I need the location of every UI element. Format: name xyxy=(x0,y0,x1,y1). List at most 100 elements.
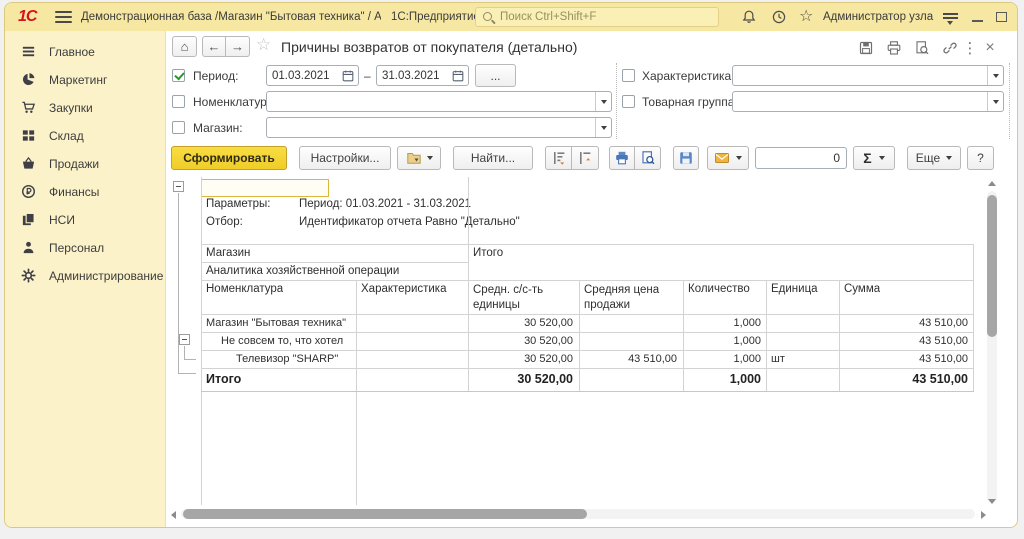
table-cell-qty[interactable]: 1,000 xyxy=(684,335,761,347)
settings-button[interactable]: Настройки... xyxy=(299,146,391,170)
generate-button[interactable]: Сформировать xyxy=(171,146,287,170)
period-checkbox[interactable] xyxy=(172,69,185,82)
minimize-button[interactable] xyxy=(967,3,987,31)
horizontal-scrollbar-thumb[interactable] xyxy=(183,509,587,519)
sidebar-item-glavnoe[interactable]: Главное xyxy=(5,41,166,65)
table-cell-qty[interactable]: 1,000 xyxy=(684,317,761,329)
table-cell-sum[interactable]: 43 510,00 xyxy=(840,353,968,365)
calendar-icon[interactable] xyxy=(341,69,355,83)
total-label[interactable]: Итого xyxy=(206,372,241,386)
vertical-scrollbar-thumb[interactable] xyxy=(987,195,997,337)
characteristic-checkbox[interactable] xyxy=(622,69,635,82)
report-variants-button[interactable] xyxy=(397,146,441,170)
characteristic-input[interactable] xyxy=(738,66,985,85)
scroll-down-icon[interactable] xyxy=(988,499,996,504)
favorite-star-icon[interactable]: ☆ xyxy=(256,35,271,55)
collapse-group-icon[interactable] xyxy=(173,181,184,192)
favorites-star-icon[interactable]: ☆ xyxy=(799,5,813,29)
collapse-groups-button[interactable] xyxy=(572,146,599,170)
period-variants-button[interactable]: ... xyxy=(475,64,516,87)
period-to-field[interactable] xyxy=(376,65,469,86)
product-group-input[interactable] xyxy=(738,92,985,111)
table-cell-sum[interactable]: 43 510,00 xyxy=(840,335,968,347)
table-cell-avg-price[interactable]: 43 510,00 xyxy=(580,353,677,365)
product-group-combo[interactable] xyxy=(732,91,1004,112)
forward-button[interactable]: → xyxy=(226,36,250,57)
ruble-icon xyxy=(21,184,36,199)
sidebar-item-prodazhi[interactable]: Продажи xyxy=(5,153,166,177)
table-cell-qty[interactable]: 1,000 xyxy=(684,353,761,365)
search-input[interactable] xyxy=(500,8,710,26)
global-search-field[interactable] xyxy=(475,7,719,27)
store-input[interactable] xyxy=(272,118,593,137)
form-close-icon[interactable]: × xyxy=(981,38,999,58)
store-checkbox[interactable] xyxy=(172,121,185,134)
period-from-field[interactable] xyxy=(266,65,359,86)
scroll-up-icon[interactable] xyxy=(988,181,996,186)
preview-icon[interactable] xyxy=(911,38,933,58)
sidebar-item-nsi[interactable]: НСИ xyxy=(5,209,166,233)
find-button[interactable]: Найти... xyxy=(453,146,533,170)
store-combo[interactable] xyxy=(266,117,612,138)
header-magazin: Магазин xyxy=(206,247,250,259)
total-qty[interactable]: 1,000 xyxy=(684,372,761,386)
chevron-down-icon[interactable] xyxy=(987,92,1003,111)
sidebar-item-finansy[interactable]: Финансы xyxy=(5,181,166,205)
home-button[interactable]: ⌂ xyxy=(172,36,197,57)
period-to-input[interactable] xyxy=(382,66,448,85)
table-cell-avg-cost[interactable]: 30 520,00 xyxy=(469,353,573,365)
maximize-button[interactable] xyxy=(991,3,1011,31)
total-avg-cost[interactable]: 30 520,00 xyxy=(469,372,573,386)
filter-splitter[interactable] xyxy=(616,63,617,139)
period-from-input[interactable] xyxy=(272,66,338,85)
collapse-group-icon[interactable] xyxy=(179,334,190,345)
main-menu-icon[interactable] xyxy=(55,16,72,18)
help-button[interactable]: ? xyxy=(967,146,994,170)
product-group-checkbox[interactable] xyxy=(622,95,635,108)
history-clock-icon[interactable] xyxy=(771,9,787,25)
table-cell-avg-cost[interactable]: 30 520,00 xyxy=(469,317,573,329)
sidebar-item-zakupki[interactable]: Закупки xyxy=(5,97,166,121)
nomenclature-checkbox[interactable] xyxy=(172,95,185,108)
print-button[interactable] xyxy=(609,146,635,170)
chevron-down-icon[interactable] xyxy=(595,92,611,111)
total-sum[interactable]: 43 510,00 xyxy=(840,372,968,386)
report-spreadsheet[interactable]: Параметры: Период: 01.03.2021 - 31.03.20… xyxy=(169,177,1005,523)
chevron-down-icon[interactable] xyxy=(987,66,1003,85)
table-cell-avg-cost[interactable]: 30 520,00 xyxy=(469,335,573,347)
counter-field[interactable] xyxy=(755,147,847,169)
table-cell-name[interactable]: Магазин "Бытовая техника" xyxy=(206,317,351,329)
sidebar-item-personal[interactable]: Персонал xyxy=(5,237,166,261)
scroll-right-icon[interactable] xyxy=(981,511,986,519)
chevron-down-icon[interactable] xyxy=(595,118,611,137)
selected-cell[interactable] xyxy=(201,179,329,197)
filter-splitter[interactable] xyxy=(1009,63,1010,139)
calendar-icon[interactable] xyxy=(451,69,465,83)
nomenclature-input[interactable] xyxy=(272,92,593,111)
current-user[interactable]: Администратор узла xyxy=(823,3,933,31)
sidebar-item-marketing[interactable]: Маркетинг xyxy=(5,69,166,93)
table-cell-name[interactable]: Не совсем то, что хотел xyxy=(221,335,351,347)
sidebar-item-administrirovanie[interactable]: Администрирование xyxy=(5,265,166,289)
sum-button[interactable]: Σ xyxy=(853,146,895,170)
expand-groups-button[interactable] xyxy=(545,146,572,170)
sidebar-item-sklad[interactable]: Склад xyxy=(5,125,166,149)
get-link-icon[interactable] xyxy=(939,38,961,58)
print-preview-button[interactable] xyxy=(635,146,661,170)
grid-line xyxy=(201,262,468,263)
send-email-button[interactable] xyxy=(707,146,749,170)
notifications-bell-icon[interactable] xyxy=(741,9,757,25)
back-button[interactable]: ← xyxy=(202,36,226,57)
save-result-button[interactable] xyxy=(673,146,699,170)
nomenclature-combo[interactable] xyxy=(266,91,612,112)
characteristic-combo[interactable] xyxy=(732,65,1004,86)
print-icon[interactable] xyxy=(883,38,905,58)
more-actions-icon[interactable]: ⋮ xyxy=(963,38,977,58)
window-close-icon[interactable]: × xyxy=(1013,3,1018,31)
more-button[interactable]: Еще xyxy=(907,146,961,170)
scroll-left-icon[interactable] xyxy=(171,511,176,519)
save-icon[interactable] xyxy=(855,38,877,58)
table-cell-name[interactable]: Телевизор "SHARP" xyxy=(236,353,351,365)
table-cell-unit[interactable]: шт xyxy=(771,353,831,365)
table-cell-sum[interactable]: 43 510,00 xyxy=(840,317,968,329)
